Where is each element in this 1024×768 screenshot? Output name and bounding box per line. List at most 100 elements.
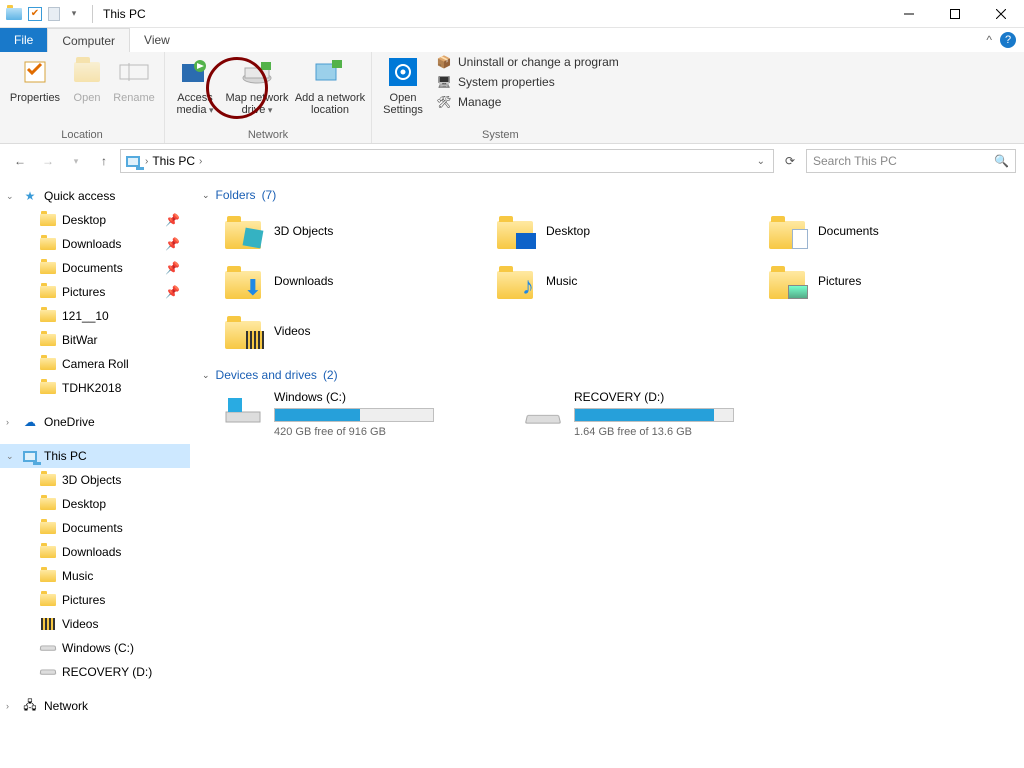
nav-item[interactable]: Pictures [0,588,190,612]
nav-pane: ⌄ ★ Quick access Desktop📌Downloads📌Docum… [0,178,190,768]
refresh-button[interactable]: ⟳ [778,149,802,173]
up-button[interactable]: ↑ [92,149,116,173]
breadcrumb[interactable]: This PC [152,154,195,168]
address-dropdown-icon[interactable]: ⌄ [757,156,769,167]
network-icon: 🖧 [22,698,38,714]
maximize-button[interactable] [932,0,978,28]
tab-computer[interactable]: Computer [47,28,130,52]
chevron-right-icon[interactable]: › [145,156,148,167]
rename-icon [118,56,150,88]
nav-item[interactable]: Camera Roll [0,352,190,376]
uninstall-button[interactable]: 📦Uninstall or change a program [436,54,619,70]
address-bar: ← → ▾ ↑ › This PC › ⌄ ⟳ Search This PC 🔍 [0,144,1024,178]
chevron-right-icon[interactable]: › [199,156,202,167]
properties-button[interactable]: Properties [4,54,66,104]
folder-icon [40,236,56,252]
minimize-button[interactable] [886,0,932,28]
access-media-button[interactable]: Access media [169,54,221,116]
nav-item[interactable]: Documents [0,516,190,540]
cloud-icon: ☁ [22,414,38,430]
folder-item[interactable]: Documents [766,210,1024,252]
nav-item[interactable]: Documents📌 [0,256,190,280]
nav-quick-access[interactable]: ⌄ ★ Quick access [0,184,190,208]
qat-checkbox-icon[interactable]: ✔ [28,7,42,21]
section-drives-header[interactable]: ⌄ Devices and drives (2) [202,368,1012,382]
pin-icon: 📌 [165,285,180,299]
folder-icon [766,210,808,252]
collapse-ribbon-icon[interactable]: ^ [986,33,992,47]
nav-item[interactable]: Pictures📌 [0,280,190,304]
nav-item[interactable]: Desktop [0,492,190,516]
folder-icon [40,568,56,584]
add-network-location-button[interactable]: Add a network location [293,54,367,116]
add-location-icon [314,56,346,88]
folder-icon [40,664,56,680]
title-bar: ✔ ▾ This PC [0,0,1024,28]
folder-icon [40,496,56,512]
open-button[interactable]: Open [66,54,108,104]
open-icon [71,56,103,88]
qat-dropdown-icon[interactable]: ▾ [66,6,82,22]
chevron-right-icon[interactable]: › [6,701,9,711]
open-settings-button[interactable]: Open Settings [376,54,430,116]
recent-dropdown[interactable]: ▾ [64,149,88,173]
folder-icon [40,520,56,536]
uninstall-icon: 📦 [436,54,452,70]
folder-item[interactable]: Videos [222,310,482,352]
folder-item[interactable]: ♪Music [494,260,754,302]
chevron-down-icon[interactable]: ⌄ [6,191,14,202]
nav-item[interactable]: Desktop📌 [0,208,190,232]
nav-item[interactable]: 121__10 [0,304,190,328]
sysprops-icon: 🖥 [436,74,452,90]
tab-file[interactable]: File [0,28,47,52]
folder-item[interactable]: 3D Objects [222,210,482,252]
nav-item[interactable]: Downloads📌 [0,232,190,256]
search-input[interactable]: Search This PC 🔍 [806,149,1016,173]
nav-item[interactable]: BitWar [0,328,190,352]
nav-this-pc[interactable]: ⌄ This PC [0,444,190,468]
nav-item[interactable]: RECOVERY (D:) [0,660,190,684]
folder-icon [40,380,56,396]
chevron-right-icon[interactable]: › [6,417,9,427]
qat-doc-icon[interactable] [48,7,60,21]
nav-item[interactable]: TDHK2018 [0,376,190,400]
folder-item[interactable]: Pictures [766,260,1024,302]
folder-icon: ⬇ [222,260,264,302]
search-icon: 🔍 [994,154,1009,168]
nav-network[interactable]: › 🖧 Network [0,694,190,718]
map-network-drive-button[interactable]: Map network drive [221,54,293,116]
nav-item[interactable]: Videos [0,612,190,636]
manage-button[interactable]: 🛠Manage [436,94,619,110]
folder-item[interactable]: Desktop [494,210,754,252]
chevron-down-icon[interactable]: ⌄ [6,451,14,462]
section-folders-header[interactable]: ⌄ Folders (7) [202,188,1012,202]
nav-onedrive[interactable]: › ☁ OneDrive [0,410,190,434]
pin-icon: 📌 [165,213,180,227]
drive-icon [522,390,564,432]
back-button[interactable]: ← [8,149,32,173]
star-icon: ★ [22,188,38,204]
chevron-down-icon[interactable]: ⌄ [202,370,210,381]
tab-view[interactable]: View [130,28,184,52]
folder-icon [40,472,56,488]
system-properties-button[interactable]: 🖥System properties [436,74,619,90]
help-icon[interactable]: ? [1000,32,1016,48]
rename-button[interactable]: Rename [108,54,160,104]
nav-item[interactable]: 3D Objects [0,468,190,492]
drive-item[interactable]: RECOVERY (D:)1.64 GB free of 13.6 GB [522,390,782,438]
forward-button[interactable]: → [36,149,60,173]
ribbon: Properties Open Rename Location Access m… [0,52,1024,144]
address-box[interactable]: › This PC › ⌄ [120,149,774,173]
main-area: ⌄ ★ Quick access Desktop📌Downloads📌Docum… [0,178,1024,768]
folder-icon [40,308,56,324]
folder-item[interactable]: ⬇Downloads [222,260,482,302]
drive-icon [222,390,264,432]
nav-item[interactable]: Music [0,564,190,588]
chevron-down-icon[interactable]: ⌄ [202,190,210,201]
nav-item[interactable]: Downloads [0,540,190,564]
nav-item[interactable]: Windows (C:) [0,636,190,660]
close-button[interactable] [978,0,1024,28]
pin-icon: 📌 [165,237,180,251]
drive-item[interactable]: Windows (C:)420 GB free of 916 GB [222,390,482,438]
folder-icon [494,210,536,252]
